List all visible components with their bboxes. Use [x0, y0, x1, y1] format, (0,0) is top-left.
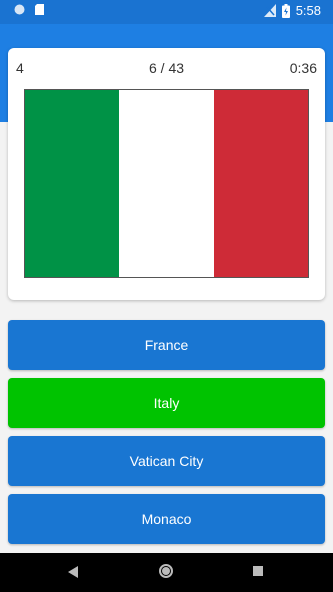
navigation-bar: [0, 553, 333, 592]
answer-button-vatican-city[interactable]: Vatican City: [8, 436, 325, 486]
sd-card-icon: [35, 4, 44, 15]
back-icon[interactable]: [68, 566, 78, 578]
battery-charging-icon: [281, 3, 290, 18]
home-icon-inner: [162, 567, 170, 575]
status-time: 5:58: [295, 3, 321, 18]
question-progress: 6 / 43: [148, 60, 185, 76]
flag-image: [24, 89, 309, 278]
question-card: 6 / 43 4 0:36: [8, 48, 325, 300]
flag-stripe-middle: [119, 90, 214, 277]
answer-list: France Italy Vatican City Monaco: [8, 320, 325, 552]
answer-button-france[interactable]: France: [8, 320, 325, 370]
answer-button-monaco[interactable]: Monaco: [8, 494, 325, 544]
recent-apps-icon[interactable]: [253, 566, 263, 576]
timer: 0:36: [289, 60, 317, 76]
status-bar: 5:58: [0, 0, 333, 24]
flag-stripe-left: [25, 90, 120, 277]
sync-icon: [14, 4, 25, 15]
score-counter: 4: [16, 60, 24, 76]
no-signal-icon: [263, 4, 276, 17]
flag-stripe-right: [213, 90, 308, 277]
answer-button-italy[interactable]: Italy: [8, 378, 325, 428]
